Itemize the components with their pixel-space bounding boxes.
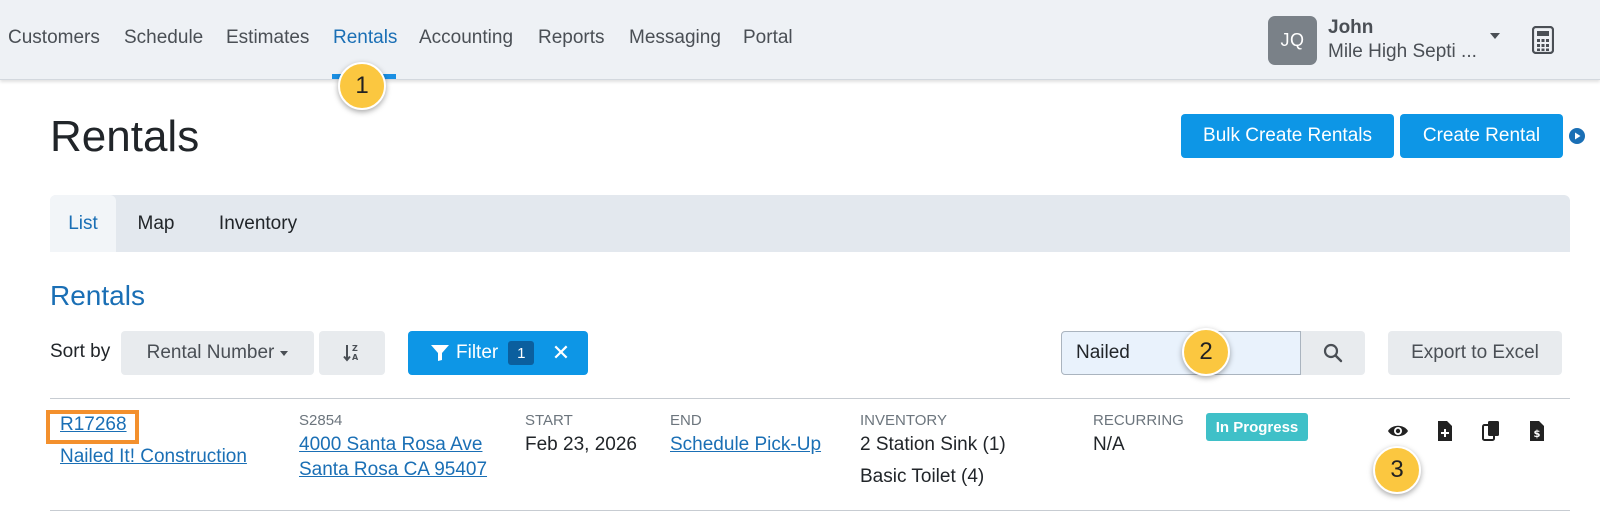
tab-map[interactable]: Map — [118, 195, 194, 252]
sort-by-label: Sort by — [50, 341, 111, 362]
rental-number-link[interactable]: R17268 — [60, 414, 127, 436]
sort-field-value: Rental Number — [146, 342, 275, 363]
sort-direction-icon: Z A — [343, 344, 359, 362]
svg-text:A: A — [352, 353, 359, 362]
callout-marker: 1 — [338, 62, 386, 110]
top-navigation-bar: Customers Schedule Estimates Rentals Acc… — [0, 0, 1600, 80]
chevron-down-icon — [280, 350, 289, 356]
customer-link[interactable]: Nailed It! Construction — [60, 446, 247, 468]
invoice-icon[interactable]: $ — [1526, 419, 1548, 443]
nav-rentals[interactable]: Rentals — [333, 27, 397, 49]
sort-direction-button[interactable]: Z A — [319, 331, 385, 375]
svg-text:Z: Z — [352, 344, 358, 353]
user-name[interactable]: John — [1328, 17, 1373, 39]
tab-inventory[interactable]: Inventory — [196, 195, 320, 252]
inventory-item: Basic Toilet (4) — [860, 466, 985, 487]
recurring-value: N/A — [1093, 434, 1125, 455]
clear-filter-icon[interactable]: ✕ — [549, 339, 573, 367]
callout-marker: 3 — [1373, 446, 1421, 494]
play-video-icon[interactable] — [1569, 128, 1585, 144]
start-date: Feb 23, 2026 — [525, 434, 637, 455]
status-badge: In Progress — [1206, 413, 1308, 441]
schedule-pickup-link[interactable]: Schedule Pick-Up — [670, 434, 821, 456]
filter-label: Filter — [456, 342, 499, 363]
view-eye-icon[interactable] — [1387, 419, 1409, 443]
user-menu-caret-icon[interactable] — [1490, 33, 1500, 39]
nav-reports[interactable]: Reports — [538, 27, 605, 49]
nav-customers[interactable]: Customers — [8, 27, 100, 49]
user-avatar[interactable]: JQ — [1268, 16, 1317, 65]
site-code: S2854 — [299, 412, 343, 429]
address-line2-link[interactable]: Santa Rosa CA 95407 — [299, 459, 487, 481]
create-rental-button[interactable]: Create Rental — [1400, 114, 1563, 158]
address-line1-link[interactable]: 4000 Santa Rosa Ave — [299, 434, 482, 456]
table-divider-top — [50, 398, 1570, 399]
nav-estimates[interactable]: Estimates — [226, 27, 309, 49]
user-company[interactable]: Mile High Septi ... — [1328, 41, 1477, 63]
recurring-label: RECURRING — [1093, 412, 1184, 429]
table-divider-bottom — [50, 510, 1570, 511]
nav-messaging[interactable]: Messaging — [629, 27, 721, 49]
nav-accounting[interactable]: Accounting — [419, 27, 513, 49]
inventory-item: 2 Station Sink (1) — [860, 434, 1006, 455]
tab-list[interactable]: List — [50, 195, 116, 252]
nav-schedule[interactable]: Schedule — [124, 27, 203, 49]
search-icon — [1323, 343, 1343, 363]
calculator-icon[interactable] — [1532, 26, 1554, 54]
copy-icon[interactable] — [1480, 419, 1502, 443]
end-label: END — [670, 412, 702, 429]
nav-portal[interactable]: Portal — [743, 27, 793, 49]
callout-marker: 2 — [1182, 328, 1230, 376]
search-button[interactable] — [1301, 331, 1365, 375]
page-title: Rentals — [50, 112, 200, 161]
view-tabs: List Map Inventory — [50, 195, 1570, 252]
export-to-excel-button[interactable]: Export to Excel — [1388, 331, 1562, 375]
section-title: Rentals — [50, 280, 145, 311]
filter-icon — [431, 345, 449, 361]
start-label: START — [525, 412, 573, 429]
sort-field-select[interactable]: Rental Number — [121, 331, 314, 375]
bulk-create-rentals-button[interactable]: Bulk Create Rentals — [1181, 114, 1394, 158]
add-document-icon[interactable] — [1434, 419, 1456, 443]
inventory-label: INVENTORY — [860, 412, 947, 429]
filter-count-badge: 1 — [508, 341, 535, 365]
search-input[interactable] — [1061, 331, 1301, 375]
svg-text:$: $ — [1534, 429, 1541, 440]
